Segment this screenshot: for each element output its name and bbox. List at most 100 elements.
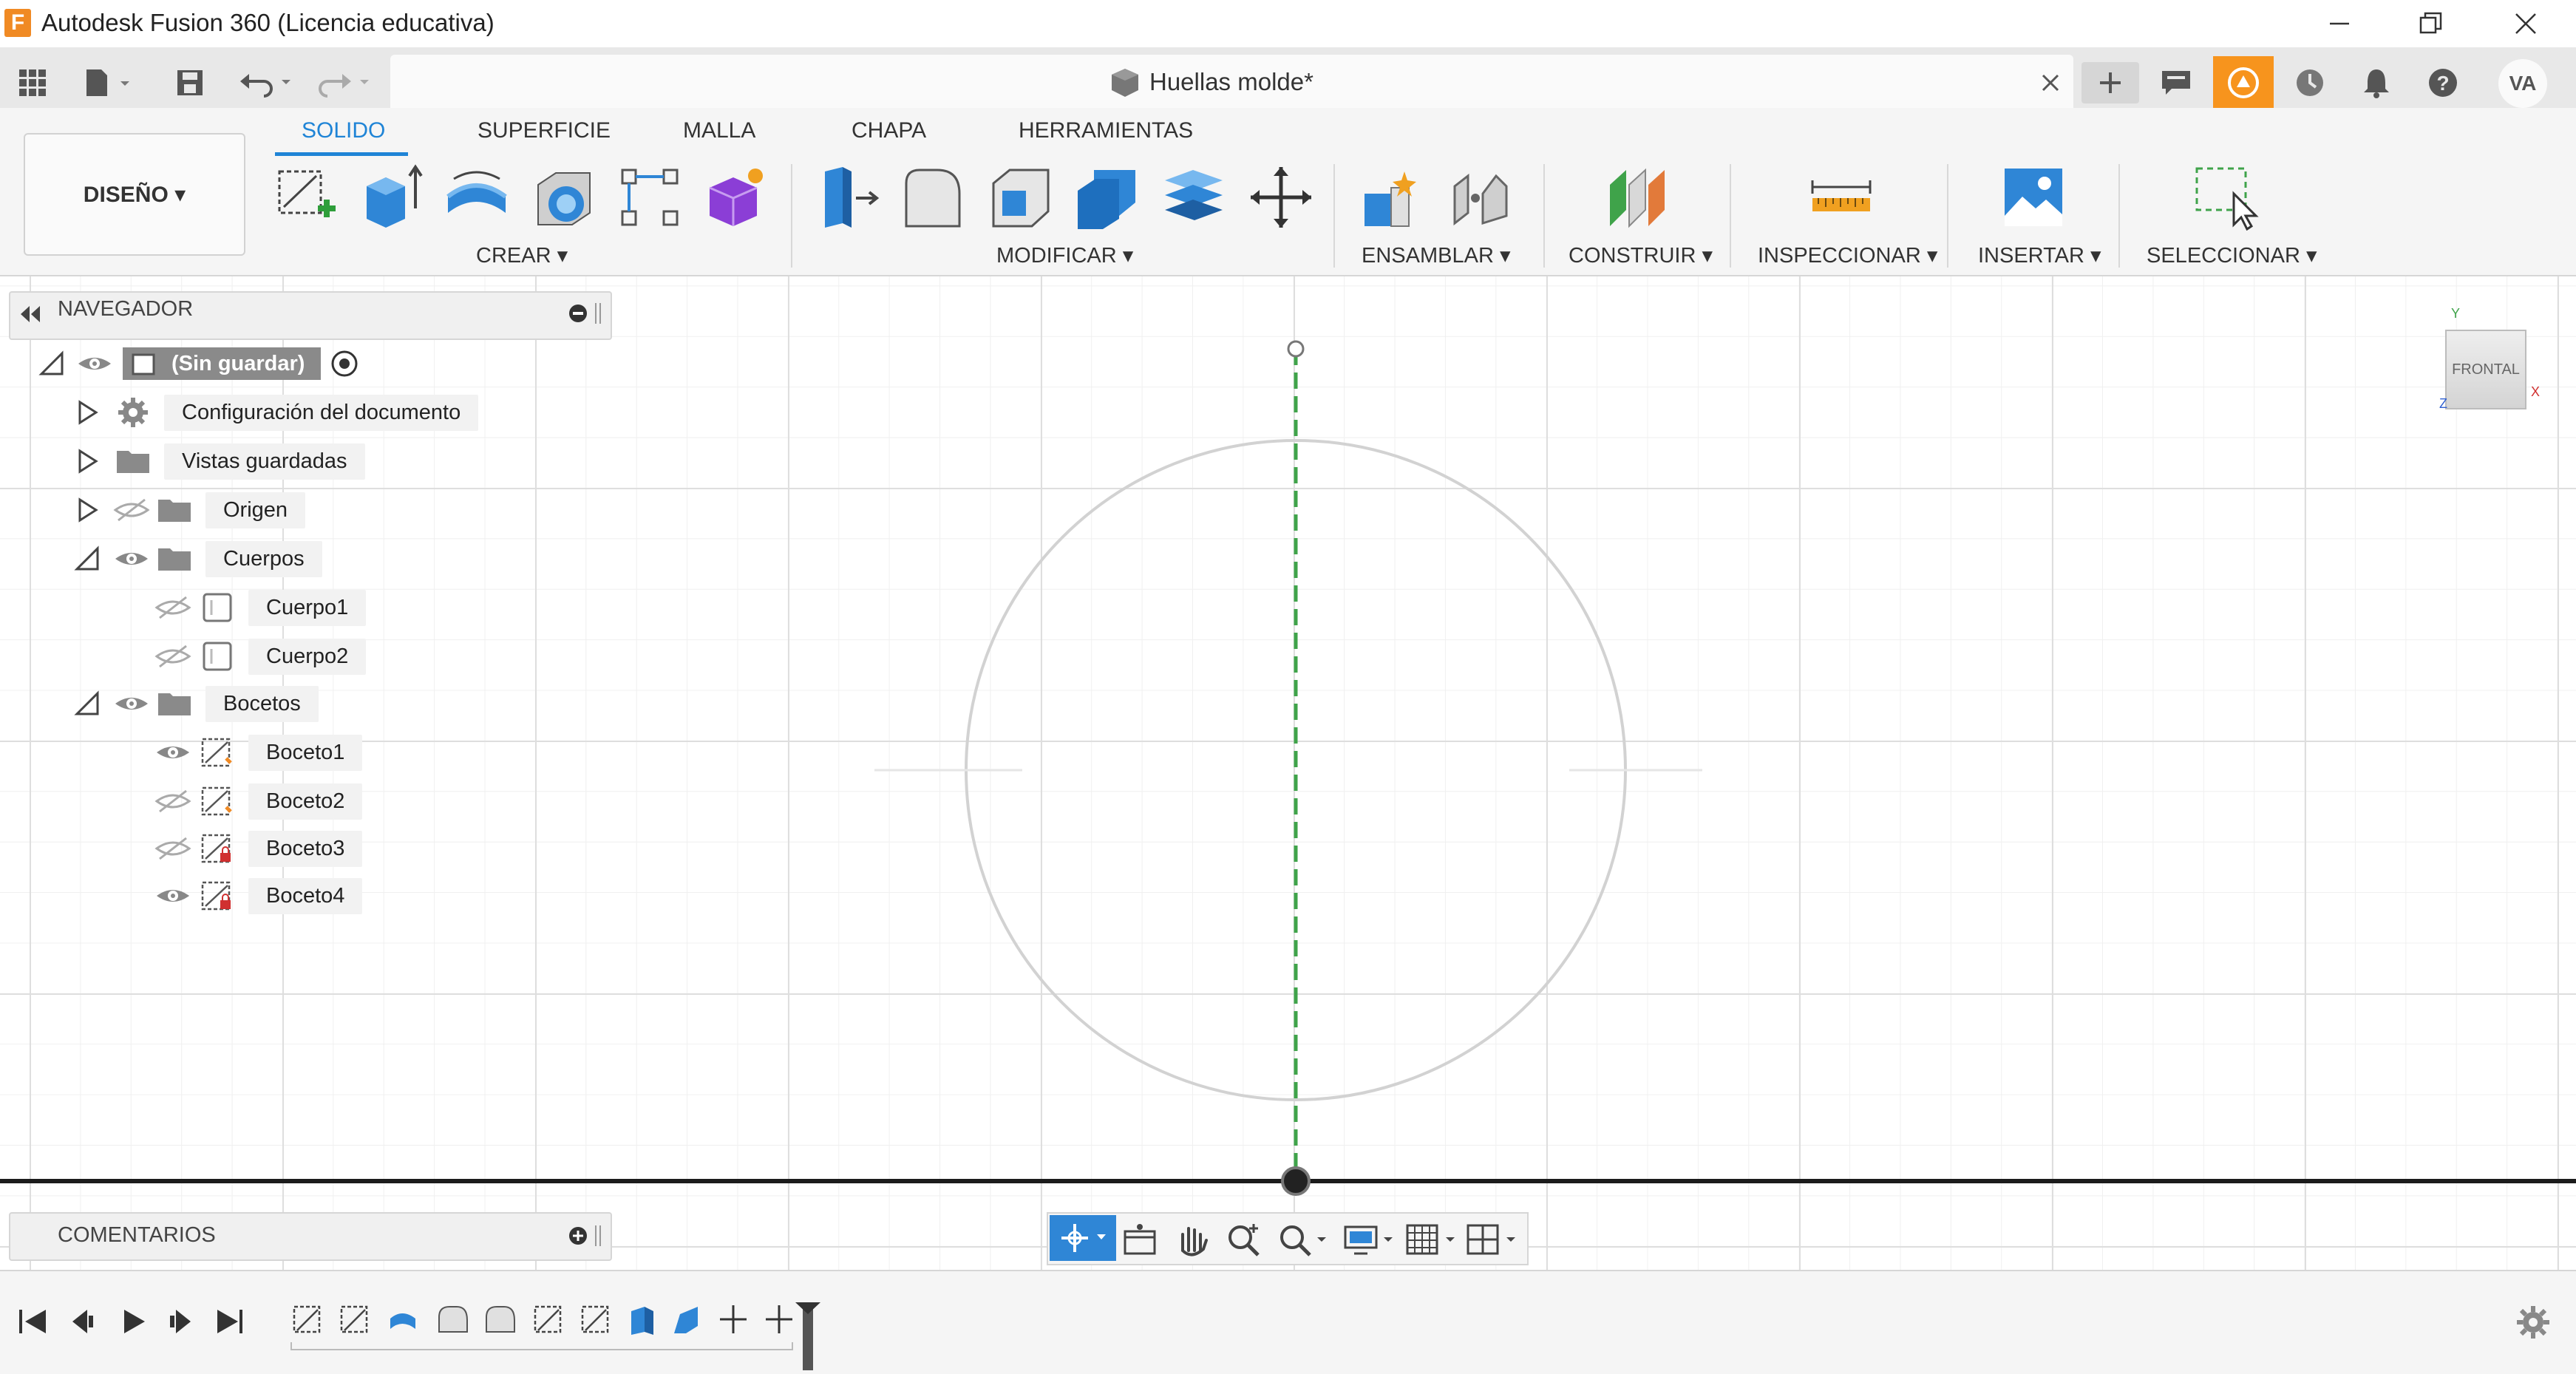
eye-icon[interactable] <box>154 739 192 766</box>
file-menu-button[interactable] <box>80 62 139 103</box>
navigator-minimize-icon[interactable] <box>566 299 603 328</box>
extrude-icon[interactable] <box>359 164 426 231</box>
modificar-menu[interactable]: MODIFICAR ▾ <box>996 242 1133 268</box>
collapsed-triangle-icon[interactable] <box>74 497 101 523</box>
tree-item-label: Cuerpo2 <box>248 638 367 675</box>
viewports-icon[interactable] <box>1465 1221 1517 1258</box>
tree-item-boceto2[interactable]: Boceto2 <box>154 780 363 822</box>
sweep-icon[interactable] <box>531 164 597 231</box>
revolve-icon[interactable] <box>444 164 510 231</box>
eye-icon[interactable] <box>154 882 192 909</box>
notifications-button[interactable] <box>2352 62 2401 103</box>
inspeccionar-menu[interactable]: INSPECCIONAR ▾ <box>1758 242 1937 268</box>
tree-item-cuerpo2[interactable]: Cuerpo2 <box>154 636 367 677</box>
eye-icon[interactable] <box>75 350 114 377</box>
offset-face-icon[interactable] <box>1160 164 1227 231</box>
redo-button[interactable] <box>313 62 377 103</box>
workspace-switcher[interactable]: DISEÑO ▾ <box>24 133 245 256</box>
help-button[interactable]: ? <box>2419 62 2467 103</box>
insertar-menu[interactable]: INSERTAR ▾ <box>1978 242 2101 268</box>
eye-hidden-icon[interactable] <box>112 497 151 523</box>
separator <box>1947 164 1948 268</box>
collapsed-triangle-icon[interactable] <box>74 399 101 426</box>
restore-button[interactable] <box>2390 0 2472 47</box>
document-title: Huellas molde* <box>1149 68 1314 95</box>
orbit-button[interactable] <box>1050 1215 1116 1261</box>
tree-item-boceto1[interactable]: Boceto1 <box>154 732 363 773</box>
expanded-triangle-icon[interactable] <box>74 690 101 717</box>
crear-menu[interactable]: CREAR ▾ <box>476 242 568 268</box>
apps-grid-button[interactable] <box>10 62 55 103</box>
grid-settings-icon[interactable] <box>1404 1221 1456 1258</box>
data-panel-button[interactable] <box>2147 62 2206 103</box>
move-icon[interactable] <box>1248 164 1314 231</box>
minimize-button[interactable] <box>2299 0 2380 47</box>
tree-root[interactable]: (Sin guardar) <box>38 343 359 384</box>
look-at-icon[interactable] <box>1121 1221 1160 1258</box>
job-status-button[interactable] <box>2286 62 2334 103</box>
tab-superficie[interactable]: SUPERFICIE <box>478 118 611 143</box>
timeline-playback-controls[interactable] <box>16 1305 253 1338</box>
press-pull-icon[interactable] <box>813 164 880 231</box>
create-form-icon[interactable] <box>702 164 769 231</box>
combine-icon[interactable] <box>1073 164 1140 231</box>
tab-malla[interactable]: MALLA <box>683 118 755 143</box>
expanded-triangle-icon[interactable] <box>38 350 65 377</box>
tree-item-config[interactable]: Configuración del documento <box>74 392 479 433</box>
collapsed-triangle-icon[interactable] <box>74 448 101 475</box>
minimize-icon <box>2330 22 2349 25</box>
tree-item-bocetos[interactable]: Bocetos <box>74 683 319 724</box>
new-component-icon[interactable] <box>1359 164 1425 231</box>
close-document-tab-button[interactable] <box>2036 62 2065 103</box>
collapse-navigator-icon[interactable] <box>16 303 46 325</box>
line-endpoint[interactable] <box>1287 340 1305 358</box>
zoom-window-icon[interactable] <box>1276 1221 1328 1258</box>
activate-radio-icon[interactable] <box>330 349 359 378</box>
tree-item-saved-views[interactable]: Vistas guardadas <box>74 441 365 482</box>
extensions-button[interactable] <box>2213 56 2274 109</box>
expanded-triangle-icon[interactable] <box>74 545 101 572</box>
new-tab-button[interactable] <box>2081 62 2139 103</box>
eye-icon[interactable] <box>112 690 151 717</box>
user-avatar[interactable]: VA <box>2498 59 2547 108</box>
pan-hand-icon[interactable] <box>1172 1221 1212 1258</box>
tree-item-cuerpos[interactable]: Cuerpos <box>74 538 322 579</box>
select-icon[interactable] <box>2192 164 2259 231</box>
offset-plane-icon[interactable] <box>1604 164 1671 231</box>
construir-menu[interactable]: CONSTRUIR ▾ <box>1569 242 1713 268</box>
ensamblar-menu[interactable]: ENSAMBLAR ▾ <box>1362 242 1511 268</box>
origin-point[interactable] <box>1281 1166 1311 1196</box>
gear-icon[interactable] <box>2515 1304 2552 1341</box>
tab-herramientas[interactable]: HERRAMIENTAS <box>1019 118 1193 143</box>
separator <box>791 164 792 268</box>
rectangular-pattern-icon[interactable] <box>616 164 683 231</box>
eye-hidden-icon[interactable] <box>154 835 192 862</box>
viewcube[interactable]: FRONTAL <box>2445 330 2526 409</box>
tree-item-origen[interactable]: Origen <box>74 489 306 531</box>
shell-icon[interactable] <box>988 164 1054 231</box>
create-sketch-icon[interactable] <box>273 164 340 231</box>
measure-icon[interactable] <box>1808 164 1875 231</box>
insert-canvas-icon[interactable] <box>2000 164 2067 231</box>
joint-icon[interactable] <box>1447 164 1514 231</box>
eye-hidden-icon[interactable] <box>154 594 192 621</box>
undo-button[interactable] <box>237 62 300 103</box>
bell-icon <box>2364 69 2389 98</box>
display-settings-icon[interactable] <box>1342 1221 1394 1258</box>
tab-solido[interactable]: SOLIDO <box>302 118 385 143</box>
save-button[interactable] <box>171 62 208 103</box>
tree-item-boceto3[interactable]: Boceto3 <box>154 828 363 869</box>
tree-item-boceto4[interactable]: Boceto4 <box>154 875 363 916</box>
fillet-icon[interactable] <box>900 164 967 231</box>
close-window-button[interactable] <box>2485 0 2566 47</box>
timeline-features[interactable] <box>290 1301 837 1372</box>
eye-icon[interactable] <box>112 545 151 572</box>
tree-item-cuerpo1[interactable]: Cuerpo1 <box>154 587 367 628</box>
tab-chapa[interactable]: CHAPA <box>852 118 926 143</box>
eye-hidden-icon[interactable] <box>154 788 192 814</box>
seleccionar-menu[interactable]: SELECCIONAR ▾ <box>2147 242 2317 268</box>
eye-hidden-icon[interactable] <box>154 643 192 670</box>
add-comment-icon[interactable] <box>566 1221 603 1251</box>
zoom-icon[interactable] <box>1224 1221 1264 1258</box>
close-icon <box>2515 13 2536 34</box>
